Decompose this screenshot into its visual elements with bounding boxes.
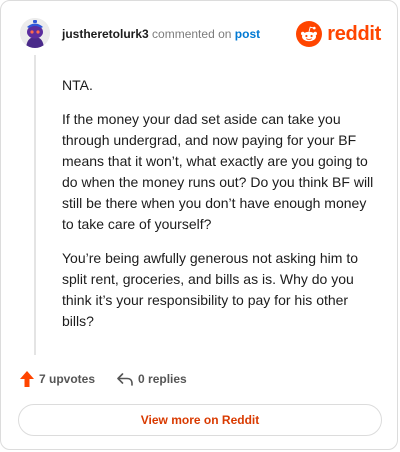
comment-header: justheretolurk3 commented on post xyxy=(62,27,260,41)
upvote-count: 7 upvotes xyxy=(39,372,96,386)
comment-body: NTA. If the money your dad set aside can… xyxy=(62,75,380,345)
upvote-arrow-icon xyxy=(20,371,34,387)
snoo-avatar-icon xyxy=(20,18,50,48)
user-avatar[interactable] xyxy=(20,18,50,48)
post-link[interactable]: post xyxy=(235,27,260,41)
comment-paragraph: If the money your dad set aside can take… xyxy=(62,111,374,232)
username-link[interactable]: justheretolurk3 xyxy=(62,27,149,41)
embedded-comment-card: justheretolurk3 commented on post reddit… xyxy=(0,0,398,450)
view-more-on-reddit-button[interactable]: View more on Reddit xyxy=(18,404,382,436)
replies-button[interactable]: 0 replies xyxy=(116,371,187,387)
thread-line xyxy=(34,55,36,355)
comment-actions: 7 upvotes 0 replies xyxy=(19,370,187,388)
reply-arrow-icon xyxy=(117,373,133,386)
reply-count: 0 replies xyxy=(138,372,187,386)
reddit-wordmark: reddit xyxy=(327,22,381,45)
commented-on-label: commented on xyxy=(152,27,232,41)
reddit-logo[interactable]: reddit xyxy=(296,21,381,47)
comment-paragraph: You’re being awfully generous not asking… xyxy=(62,250,359,329)
upvote-button[interactable]: 7 upvotes xyxy=(19,370,95,388)
reddit-alien-icon xyxy=(296,21,323,47)
comment-paragraph: NTA. xyxy=(62,77,93,93)
